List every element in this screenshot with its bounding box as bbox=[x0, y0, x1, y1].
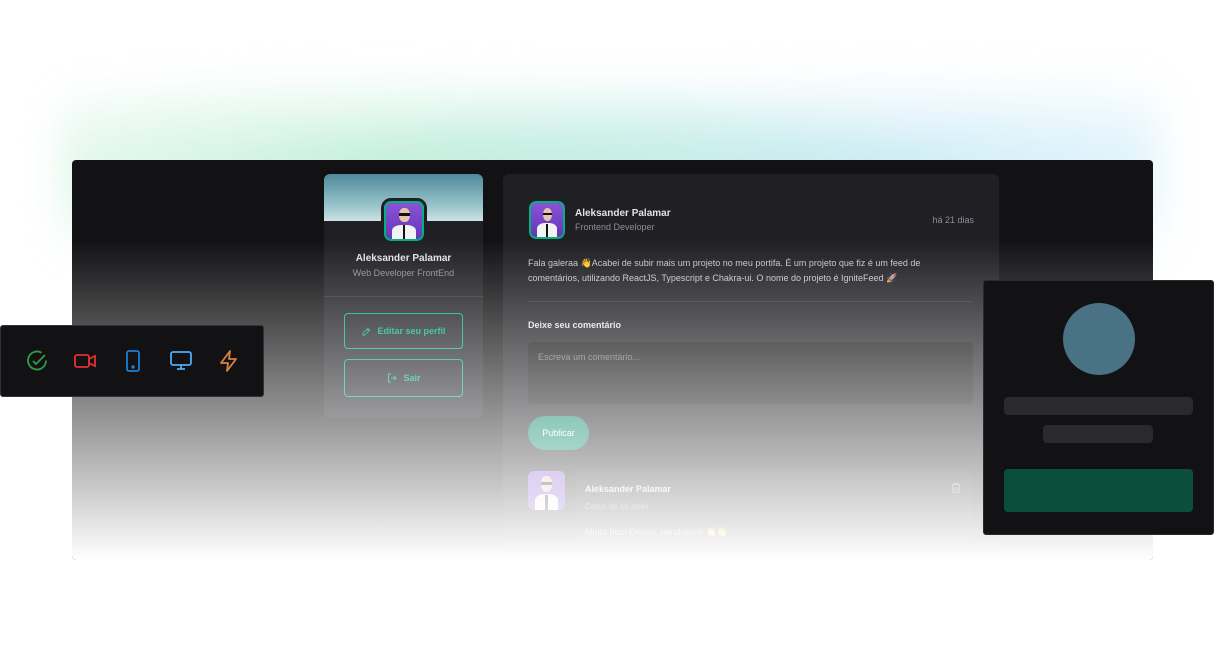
comment-avatar[interactable] bbox=[528, 471, 565, 510]
publish-button[interactable]: Publicar bbox=[528, 416, 589, 450]
logout-button[interactable]: Sair bbox=[344, 359, 463, 397]
post-author-role: Frontend Developer bbox=[575, 222, 655, 232]
pencil-icon bbox=[362, 327, 371, 336]
smartphone-icon[interactable] bbox=[121, 349, 145, 373]
skeleton-button bbox=[1004, 469, 1193, 512]
post-author-name: Aleksander Palamar bbox=[575, 208, 671, 219]
trash-icon[interactable] bbox=[949, 481, 963, 495]
avatar-image bbox=[386, 203, 422, 239]
video-icon[interactable] bbox=[73, 349, 97, 373]
post-content: Fala galeraa 👋Acabei de subir mais um pr… bbox=[528, 258, 921, 283]
profile-avatar[interactable] bbox=[381, 198, 427, 244]
comment-input[interactable] bbox=[528, 342, 973, 404]
edit-profile-label: Editar seu perfil bbox=[377, 326, 446, 336]
skeleton-name-line bbox=[1004, 397, 1193, 415]
profile-sidebar: Aleksander Palamar Web Developer FrontEn… bbox=[324, 174, 483, 418]
comment-item: Aleksander Palamar Cerca de 1h atrás Mui… bbox=[575, 471, 973, 551]
comment-author-name: Aleksander Palamar bbox=[585, 484, 672, 494]
post-timestamp: há 21 dias bbox=[932, 215, 974, 225]
post-divider bbox=[528, 301, 973, 302]
post-author-avatar[interactable] bbox=[526, 198, 568, 242]
edit-profile-button[interactable]: Editar seu perfil bbox=[344, 313, 463, 349]
skeleton-profile-card bbox=[983, 280, 1214, 535]
comment-form-label: Deixe seu comentário bbox=[528, 320, 622, 330]
monitor-icon[interactable] bbox=[169, 349, 193, 373]
avatar-image bbox=[531, 203, 563, 237]
skeleton-avatar bbox=[1063, 303, 1135, 375]
comment-timestamp: Cerca de 1h atrás bbox=[585, 502, 649, 511]
post-card: Aleksander Palamar Frontend Developer há… bbox=[503, 174, 999, 560]
sidebar-divider bbox=[324, 296, 483, 297]
profile-role: Web Developer FrontEnd bbox=[352, 268, 455, 278]
skeleton-role-line bbox=[1043, 425, 1153, 443]
comment-text: Muito bom Devon, parabéns!! 👏👏 bbox=[585, 527, 728, 537]
sign-out-icon bbox=[388, 373, 398, 383]
lightning-icon[interactable] bbox=[217, 349, 241, 373]
device-toolbar bbox=[0, 325, 264, 397]
check-circle-icon[interactable] bbox=[25, 349, 49, 373]
profile-name: Aleksander Palamar bbox=[355, 253, 452, 264]
logout-label: Sair bbox=[403, 373, 421, 383]
avatar-image bbox=[528, 471, 565, 510]
